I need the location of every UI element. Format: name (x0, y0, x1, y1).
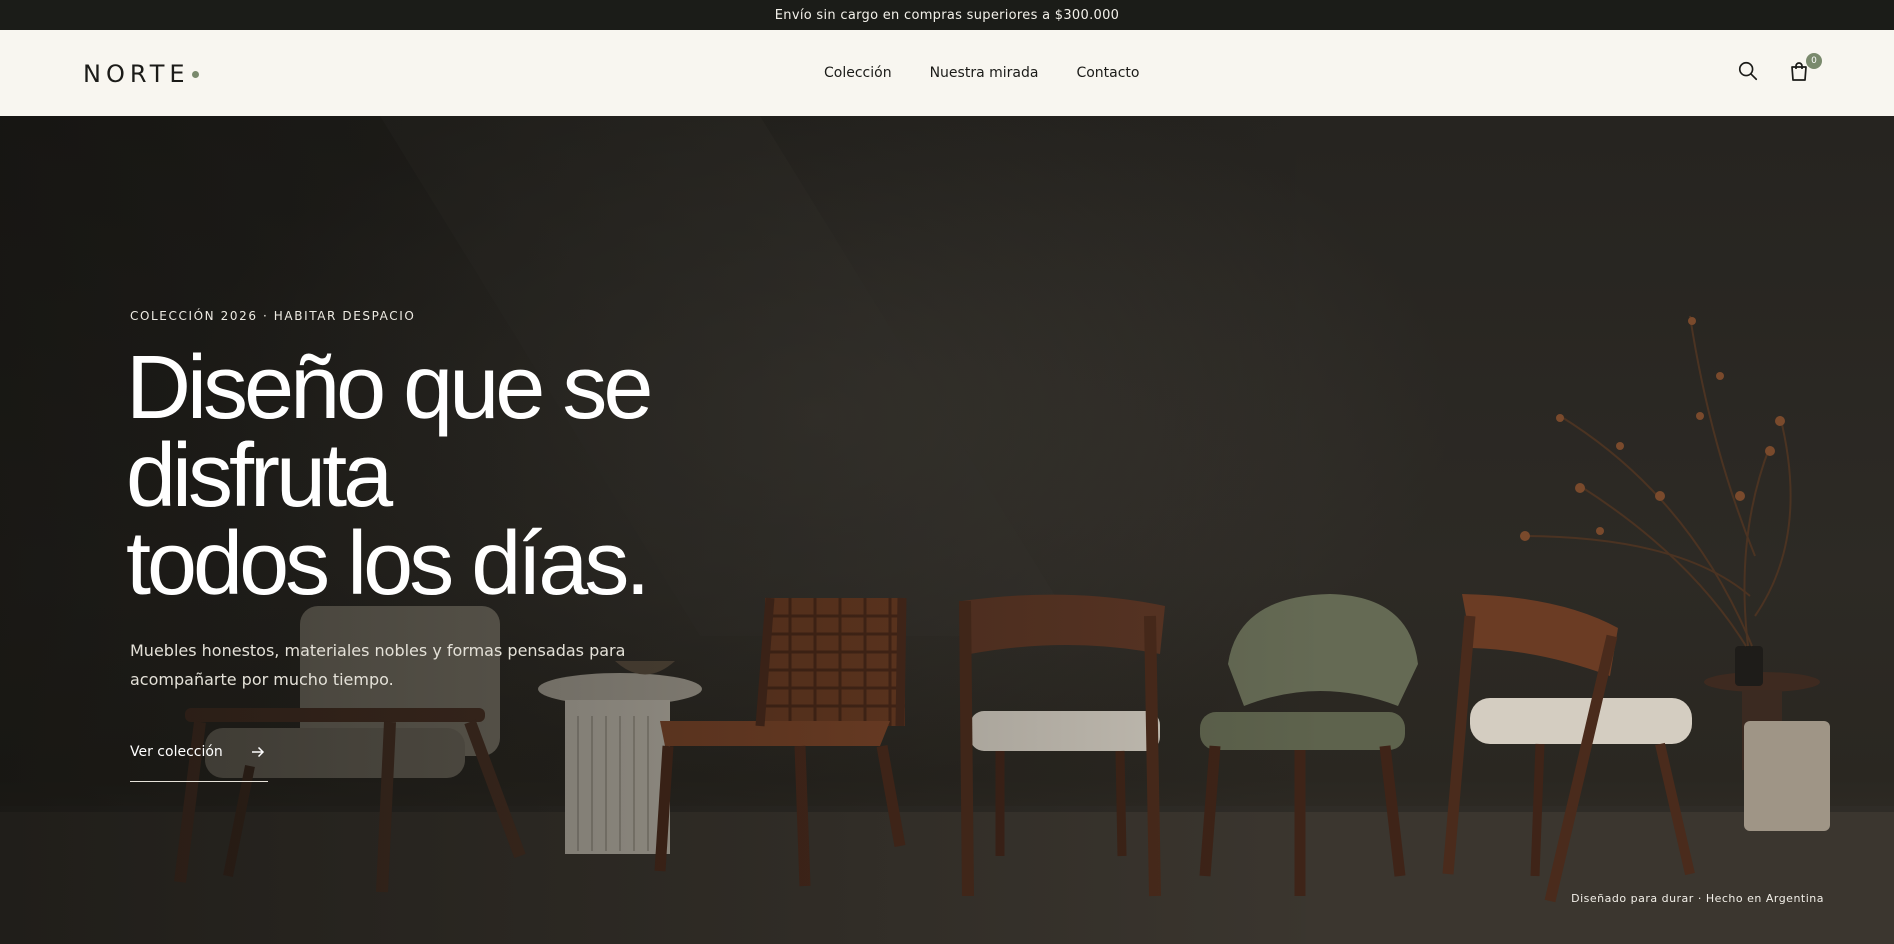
nav-item-contacto[interactable]: Contacto (1076, 65, 1139, 81)
hero-section: COLECCIÓN 2026 · HABITAR DESPACIO Diseño… (0, 116, 1894, 944)
logo-dot (191, 70, 199, 78)
cart-button[interactable]: 0 (1787, 53, 1822, 85)
headline-line-3: todos los días. (126, 514, 650, 614)
hero-subtitle: Muebles honestos, materiales nobles y fo… (130, 641, 626, 689)
brand-logo[interactable]: NORTE (83, 60, 199, 88)
cart-count-badge: 0 (1806, 53, 1822, 69)
brand-logo-text: NORTE (83, 60, 190, 88)
announcement-bar: Envío sin cargo en compras superiores a … (0, 0, 1894, 30)
site-header: NORTE Colección Nuestra mirada Contacto … (0, 30, 1894, 116)
hero-headline: Diseño que se disfruta todos los días. (126, 338, 746, 614)
hero-footnote: Diseñado para durar · Hecho en Argentina (1571, 892, 1824, 905)
headline-line-1: Diseño que se (126, 338, 653, 438)
announcement-text: Envío sin cargo en compras superiores a … (774, 7, 1120, 23)
nav-item-coleccion[interactable]: Colección (824, 65, 892, 81)
arrow-right-icon (252, 746, 265, 758)
main-nav: Colección Nuestra mirada Contacto (824, 65, 1139, 81)
search-button[interactable] (1737, 60, 1761, 84)
hero-eyebrow: COLECCIÓN 2026 · HABITAR DESPACIO (130, 309, 416, 323)
cta-label: Ver colección (130, 744, 223, 760)
headline-line-2: disfruta (126, 426, 393, 526)
nav-item-nuestra-mirada[interactable]: Nuestra mirada (930, 65, 1039, 81)
search-icon (1738, 61, 1758, 81)
view-collection-link[interactable]: Ver colección (130, 744, 268, 782)
